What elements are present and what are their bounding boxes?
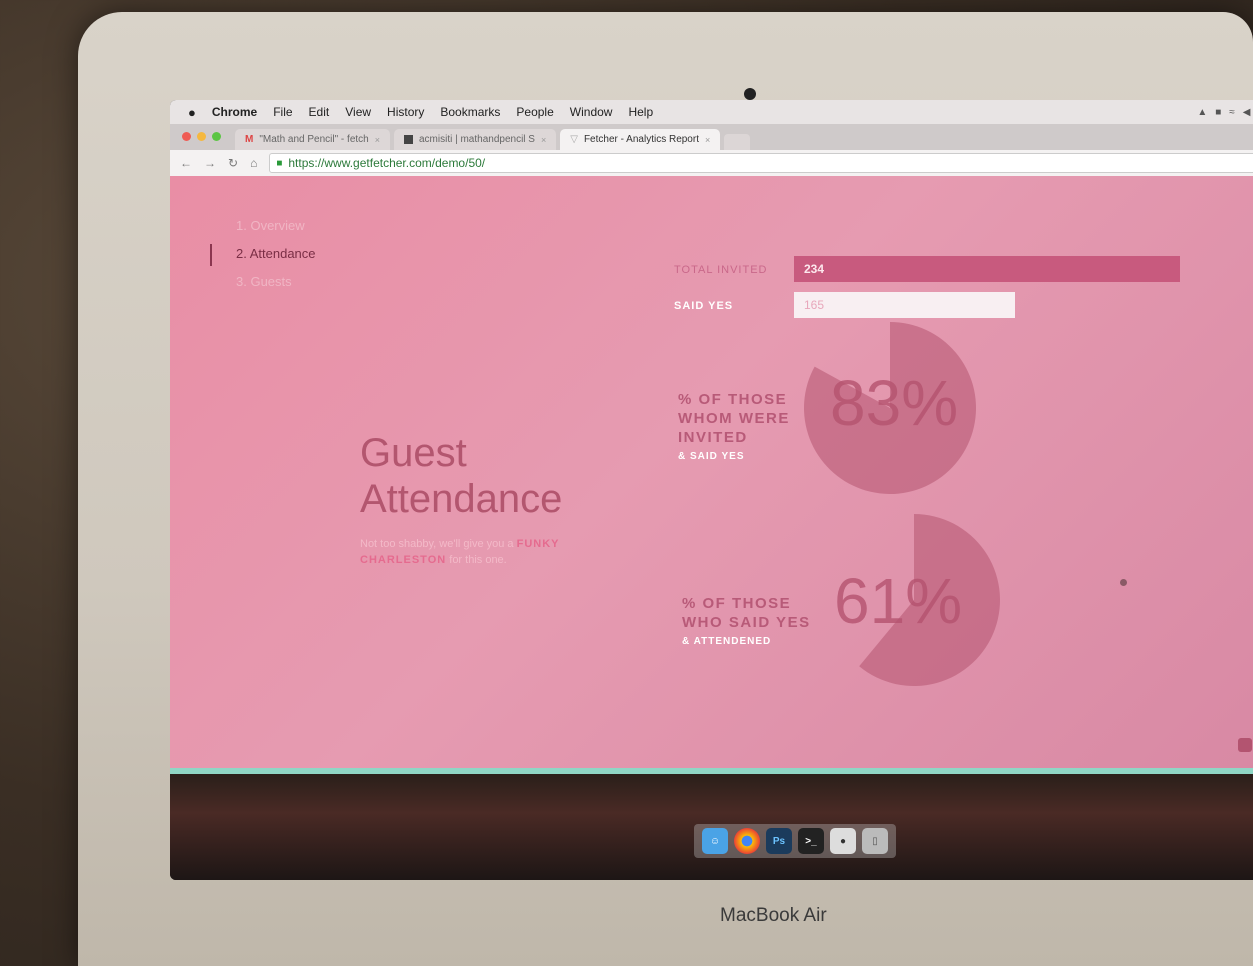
stat-sub: & ATTENDENED [682, 636, 772, 647]
tagline-text: Not too shabby, we'll give you a [360, 538, 517, 550]
home-icon[interactable]: ⌂ [250, 156, 257, 170]
pie-percent-invited: 83% [830, 367, 959, 439]
said-yes-value: 165 [804, 298, 825, 312]
tab-fetcher[interactable]: ▽ Fetcher - Analytics Report × [560, 129, 721, 150]
finder-icon[interactable]: ☺ [702, 828, 728, 854]
total-invited-value: 234 [804, 262, 825, 276]
menu-bar: ● Chrome File Edit View History Bookmark… [170, 100, 1253, 124]
close-window-icon[interactable] [182, 132, 191, 141]
menu-item-chrome[interactable]: Chrome [212, 105, 257, 119]
url-text: https://www.getfetcher.com/demo/50/ [288, 156, 486, 170]
screen: ● Chrome File Edit View History Bookmark… [170, 100, 1253, 880]
fetcher-icon: ▽ [570, 134, 578, 145]
apple-icon[interactable]: ● [188, 105, 196, 120]
fetcher-logo-icon [1238, 738, 1252, 752]
menu-item-edit[interactable]: Edit [309, 105, 330, 119]
lock-icon: ■ [276, 157, 283, 169]
chrome-icon[interactable] [734, 828, 760, 854]
tagline-text-end: for this one. [446, 554, 507, 566]
tab-strip: M "Math and Pencil" - fetch × acmisiti |… [170, 124, 1253, 150]
menu-item-view[interactable]: View [345, 105, 371, 119]
stat-line: INVITED [678, 429, 748, 446]
laptop-frame: ● Chrome File Edit View History Bookmark… [78, 12, 1253, 966]
nav-item-overview[interactable]: 1. Overview [210, 212, 316, 240]
status-icons: ▲ ■ ≈ ◀ ▮ [1197, 107, 1253, 118]
tab-label: Fetcher - Analytics Report [583, 134, 699, 145]
menu-item-bookmarks[interactable]: Bookmarks [440, 105, 500, 119]
laptop-brand: MacBook Air [720, 905, 827, 926]
terminal-icon[interactable]: >_ [798, 828, 824, 854]
close-tab-icon[interactable]: × [541, 135, 546, 145]
stat-line: % OF THOSE [682, 595, 792, 612]
said-yes-bar: 165 [794, 292, 1015, 318]
section-nav: 1. Overview 2. Attendance 3. Guests [210, 212, 316, 296]
new-tab-button[interactable] [724, 134, 751, 150]
shield-icon[interactable]: ■ [1215, 107, 1221, 118]
desktop-wallpaper: ☺ Ps >_ ● ▯ [170, 768, 1253, 880]
zoom-window-icon[interactable] [212, 132, 221, 141]
title-line-2: Attendance [360, 477, 563, 521]
dock: ☺ Ps >_ ● ▯ [694, 824, 896, 858]
stat-line: % OF THOSE [678, 391, 788, 408]
reload-icon[interactable]: ↻ [228, 156, 238, 170]
camera [744, 88, 756, 100]
gmail-icon: M [245, 134, 254, 145]
wifi-icon[interactable]: ≈ [1229, 107, 1235, 118]
stat-line: WHOM WERE [678, 410, 790, 427]
tab-mathandpencil[interactable]: acmisiti | mathandpencil S × [393, 129, 557, 150]
minimize-window-icon[interactable] [197, 132, 206, 141]
hero: Guest Attendance Not too shabby, we'll g… [360, 430, 600, 568]
close-tab-icon[interactable]: × [705, 135, 710, 145]
menu-item-people[interactable]: People [516, 105, 553, 119]
trash-icon[interactable]: ▯ [862, 828, 888, 854]
stat-line: WHO SAID YES [682, 614, 811, 631]
menu-item-help[interactable]: Help [628, 105, 653, 119]
tagline: Not too shabby, we'll give you a FUNKY C… [360, 536, 600, 568]
nav-item-attendance[interactable]: 2. Attendance [210, 240, 316, 268]
tab-gmail[interactable]: M "Math and Pencil" - fetch × [235, 129, 390, 150]
menu-item-window[interactable]: Window [570, 105, 613, 119]
stat-sub: & SAID YES [678, 451, 745, 462]
total-invited-label: TOTAL INVITED [674, 264, 768, 276]
page-title: Guest Attendance [360, 430, 600, 522]
said-yes-label: SAID YES [674, 300, 734, 312]
site-icon [403, 135, 413, 144]
mouse-cursor [1120, 579, 1127, 586]
url-field[interactable]: ■ https://www.getfetcher.com/demo/50/ [269, 153, 1253, 173]
address-toolbar: ← → ↻ ⌂ ■ https://www.getfetcher.com/dem… [170, 150, 1253, 176]
forward-icon[interactable]: → [204, 156, 216, 170]
pie-percent-attended: 61% [834, 565, 963, 637]
extension-icon[interactable]: ▲ [1197, 107, 1207, 118]
tab-label: "Math and Pencil" - fetch [259, 134, 369, 145]
total-invited-bar: 234 [794, 256, 1180, 282]
volume-icon[interactable]: ◀ [1243, 107, 1251, 118]
analytics-page: 1. Overview 2. Attendance 3. Guests Gues… [170, 176, 1253, 768]
window-controls [178, 132, 231, 150]
back-icon[interactable]: ← [180, 156, 192, 170]
attended-stat-label: % OF THOSE WHO SAID YES & ATTENDENED [682, 594, 811, 651]
title-line-1: Guest [360, 431, 467, 475]
invited-stat-label: % OF THOSE WHOM WERE INVITED & SAID YES [678, 390, 790, 466]
photoshop-icon[interactable]: Ps [766, 828, 792, 854]
close-tab-icon[interactable]: × [375, 135, 380, 145]
menu-item-file[interactable]: File [273, 105, 292, 119]
nav-item-guests[interactable]: 3. Guests [210, 268, 316, 296]
menu-item-history[interactable]: History [387, 105, 424, 119]
preview-icon[interactable]: ● [830, 828, 856, 854]
tab-label: acmisiti | mathandpencil S [418, 134, 535, 145]
